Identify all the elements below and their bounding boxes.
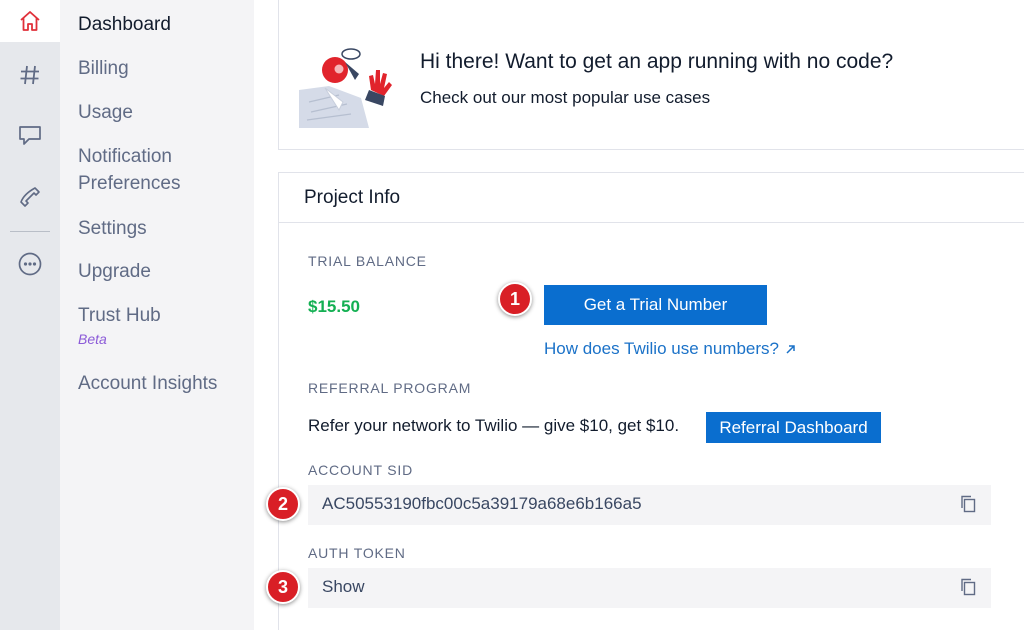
rail-hash[interactable] (0, 58, 60, 92)
promo-subtext[interactable]: Check out our most popular use cases (420, 88, 710, 108)
callout-badge-2: 2 (266, 487, 300, 521)
hash-icon (20, 65, 39, 85)
auth-token-field[interactable]: Show (308, 568, 991, 608)
auth-token-label: AUTH TOKEN (308, 545, 406, 561)
sidebar-item-dashboard[interactable]: Dashboard (78, 11, 171, 39)
project-info-title: Project Info (304, 187, 401, 208)
rail-home[interactable] (0, 0, 60, 42)
sidebar-item-usage[interactable]: Usage (78, 99, 133, 127)
rail-phone[interactable] (0, 180, 60, 214)
beta-tag: Beta (78, 331, 107, 347)
sidebar-item-notification-preferences-line1[interactable]: Notification (78, 143, 172, 171)
external-link-arrow-icon (786, 344, 795, 354)
sidebar-item-upgrade[interactable]: Upgrade (78, 258, 151, 286)
trial-balance-label: TRIAL BALANCE (308, 253, 427, 269)
callout-badge-1: 1 (498, 282, 532, 316)
rail-more[interactable] (0, 247, 60, 281)
auth-token-show-toggle[interactable]: Show (322, 577, 365, 597)
how-twilio-uses-numbers-link[interactable]: How does Twilio use numbers? (544, 339, 796, 359)
rail-chat[interactable] (0, 118, 60, 152)
chat-icon (19, 126, 41, 145)
copy-account-sid-icon[interactable] (959, 494, 977, 514)
callout-badge-3: 3 (266, 570, 300, 604)
sidebar-item-trust-hub[interactable]: Trust Hub (78, 302, 161, 330)
sidebar-item-account-insights[interactable]: Account Insights (78, 370, 217, 398)
referral-program-label: REFERRAL PROGRAM (308, 380, 472, 396)
sidebar-item-billing[interactable]: Billing (78, 55, 129, 83)
sidebar-item-settings[interactable]: Settings (78, 215, 147, 243)
more-icon (18, 252, 42, 276)
account-sid-field[interactable]: AC50553190fbc00c5a39179a68e6b166a5 (308, 485, 991, 525)
copy-auth-token-icon[interactable] (959, 577, 977, 597)
trial-balance-value: $15.50 (308, 297, 360, 316)
sidebar: Dashboard Billing Usage Notification Pre… (60, 0, 254, 630)
promo-headline: Hi there! Want to get an app running wit… (420, 50, 894, 73)
referral-dashboard-button[interactable]: Referral Dashboard (706, 412, 881, 443)
rail-divider (10, 231, 50, 232)
icon-rail (0, 0, 60, 630)
promo-banner[interactable]: Hi there! Want to get an app running wit… (278, 0, 1024, 150)
account-sid-value: AC50553190fbc00c5a39179a68e6b166a5 (322, 494, 642, 513)
get-trial-number-button[interactable]: Get a Trial Number (544, 285, 767, 325)
phone-icon (20, 187, 40, 207)
waving-character-illustration (299, 48, 392, 128)
account-sid-label: ACCOUNT SID (308, 462, 413, 478)
home-icon (20, 11, 40, 31)
how-twilio-uses-numbers-text: How does Twilio use numbers? (544, 339, 779, 358)
sidebar-item-notification-preferences-line2[interactable]: Preferences (78, 170, 180, 198)
project-info-card: Project Info TRIAL BALANCE $15.50 Get a … (278, 172, 1024, 630)
project-info-header: Project Info (279, 173, 1024, 223)
main-content: Hi there! Want to get an app running wit… (254, 0, 1024, 630)
referral-program-text: Refer your network to Twilio — give $10,… (308, 416, 680, 435)
